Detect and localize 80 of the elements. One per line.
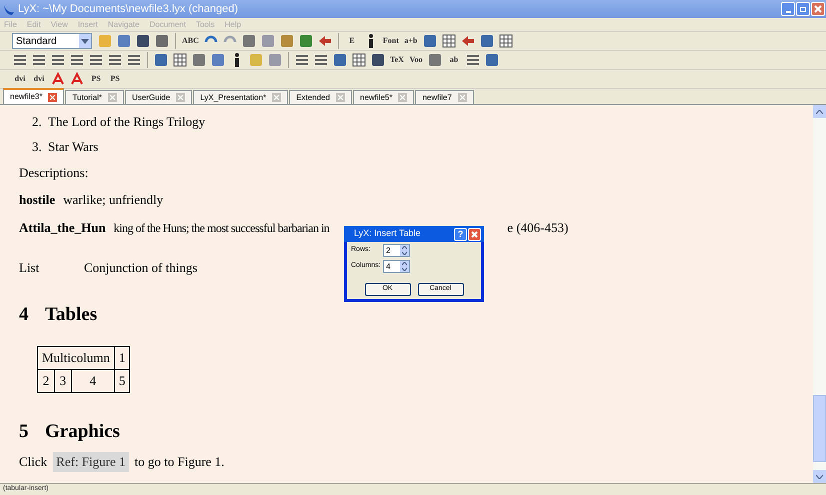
document-tab[interactable]: UserGuide xyxy=(124,90,192,104)
pdf-icon[interactable] xyxy=(69,71,85,87)
description-text: e (406-453) xyxy=(507,219,568,238)
scroll-thumb[interactable] xyxy=(813,395,826,462)
section-number: 4 xyxy=(19,302,30,327)
document-tab[interactable]: Tutorial* xyxy=(65,90,124,104)
close-tab-icon[interactable] xyxy=(48,92,58,102)
toolbar-button[interactable]: E xyxy=(344,33,360,49)
description-term: Attila_the_Hun xyxy=(19,219,106,238)
document-tab[interactable]: newfile5* xyxy=(353,90,414,104)
help-button[interactable]: ? xyxy=(454,228,467,240)
document-tab[interactable]: LyX_Presentation* xyxy=(193,90,288,104)
description-text: king of the Huns; the most successful barbarian in xyxy=(114,220,330,237)
lines-icon[interactable] xyxy=(88,52,104,68)
section-number: 5 xyxy=(19,420,30,444)
paragraph-text: Descriptions: xyxy=(19,164,88,182)
table-cell: 3 xyxy=(54,370,72,392)
spin-box[interactable]: 2 xyxy=(383,244,410,257)
pdf-icon[interactable] xyxy=(50,71,66,87)
lines-icon[interactable] xyxy=(69,52,85,68)
table-cell: 1 xyxy=(114,346,130,370)
minimize-button[interactable] xyxy=(781,2,795,16)
document-tab[interactable]: newfile3* xyxy=(3,88,64,104)
table-cell: 2 xyxy=(38,370,54,392)
spin-arrows-icon[interactable] xyxy=(400,245,409,256)
table-icon[interactable] xyxy=(440,33,457,49)
list-text: Conjunction of things xyxy=(84,259,198,278)
back-icon[interactable] xyxy=(460,33,476,49)
scroll-down-icon[interactable] xyxy=(813,470,826,483)
spin-box[interactable]: 4 xyxy=(383,260,410,273)
app-logo-icon xyxy=(3,3,15,15)
style-combo[interactable]: Standard xyxy=(12,33,92,49)
dialog-title: LyX: Insert Table xyxy=(353,227,422,240)
paragraph-text: Click xyxy=(19,453,48,472)
lines-icon[interactable] xyxy=(50,52,66,68)
toolbar-button[interactable]: PS xyxy=(88,71,104,87)
toolbar-button[interactable]: a+b xyxy=(402,33,419,49)
lines-icon[interactable] xyxy=(294,52,310,68)
table-icon[interactable] xyxy=(172,52,188,68)
close-icon xyxy=(471,230,478,238)
toolbar-button[interactable]: ab xyxy=(446,52,462,68)
lines-icon[interactable] xyxy=(313,52,329,68)
table-cell: 4 xyxy=(71,370,114,392)
paragraph-text: to go to Figure 1. xyxy=(134,453,224,472)
toolbar-button[interactable]: dvi xyxy=(31,71,47,87)
description-term: hostile xyxy=(19,191,56,210)
lines-icon[interactable] xyxy=(12,52,28,68)
list-item-text: The Lord of the Rings Trilogy xyxy=(48,112,206,131)
list-label: List xyxy=(19,259,40,278)
list-item-text: Star Wars xyxy=(48,138,98,156)
toolbar-button[interactable]: Voo xyxy=(408,52,424,68)
lines-icon[interactable] xyxy=(126,52,142,68)
toolbar-button[interactable]: ABC xyxy=(181,33,200,49)
section-title: Graphics xyxy=(45,420,120,444)
toolbar-button[interactable]: Font xyxy=(382,33,400,49)
window-title: LyX: ~\My Documents\newfile3.lyx (changed) xyxy=(18,2,239,17)
lines-icon[interactable] xyxy=(107,52,123,68)
toolbar-button[interactable]: PS xyxy=(107,71,123,87)
list-number: 3. xyxy=(32,138,43,156)
close-button[interactable] xyxy=(811,2,825,16)
table-icon[interactable] xyxy=(351,52,367,68)
table-icon[interactable] xyxy=(498,33,514,49)
table-cell: Multicolumn xyxy=(38,346,114,370)
scroll-up-icon[interactable] xyxy=(813,105,826,118)
close-button[interactable] xyxy=(468,228,481,240)
back-icon[interactable] xyxy=(316,33,333,49)
document-tab[interactable]: Extended xyxy=(289,90,352,104)
scrollbar[interactable] xyxy=(813,105,826,483)
spin-arrows-icon[interactable] xyxy=(400,261,409,272)
reference-inset[interactable]: Ref: Figure 1 xyxy=(53,452,128,472)
lines-icon[interactable] xyxy=(465,52,481,68)
toolbar-button[interactable]: TeX xyxy=(389,52,405,68)
document-tab[interactable]: newfile7 xyxy=(415,90,474,104)
section-title: Tables xyxy=(45,302,98,327)
restore-button[interactable] xyxy=(796,2,810,16)
lines-icon[interactable] xyxy=(31,52,47,68)
table-cell: 5 xyxy=(114,370,130,392)
toolbar-button[interactable]: dvi xyxy=(12,71,28,87)
list-number: 2. xyxy=(32,112,43,131)
description-text: warlike; unfriendly xyxy=(63,191,164,210)
